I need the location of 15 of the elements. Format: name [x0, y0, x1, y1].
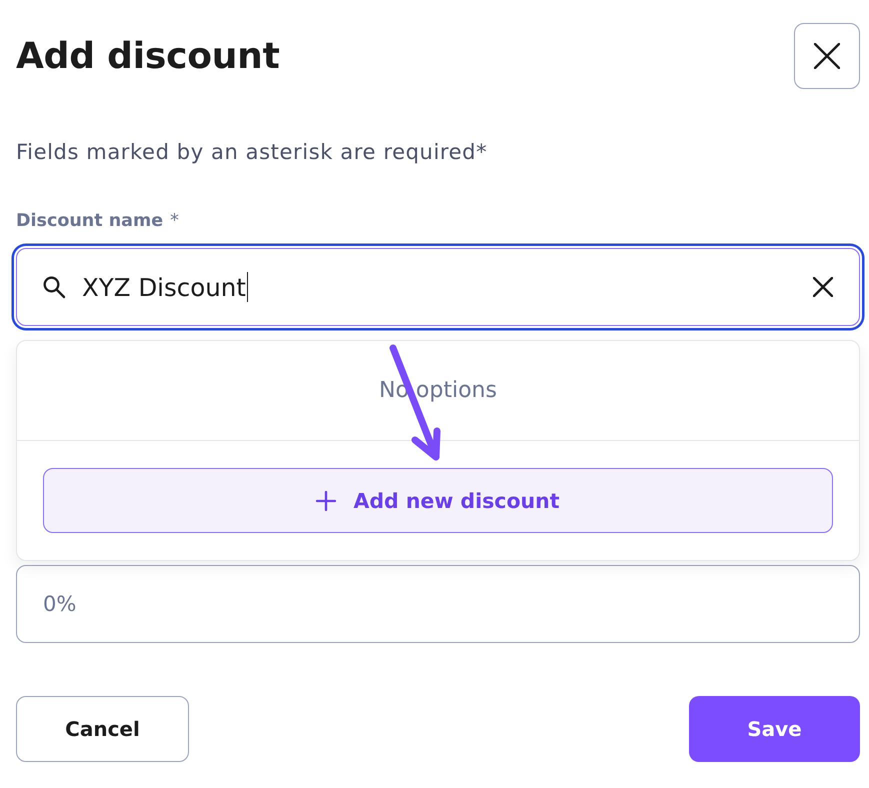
text-cursor — [246, 272, 248, 302]
required-note: Fields marked by an asterisk are required* — [16, 139, 488, 166]
required-asterisk: * — [170, 210, 179, 233]
save-button[interactable]: Save — [689, 696, 860, 762]
field-label: Discount name — [16, 210, 164, 233]
clear-icon — [813, 277, 833, 297]
percent-field[interactable]: 0% — [16, 565, 860, 643]
cancel-button[interactable]: Cancel — [16, 696, 189, 762]
close-button[interactable] — [794, 23, 860, 89]
plus-icon — [316, 490, 336, 510]
search-icon — [42, 275, 66, 299]
add-new-button[interactable]: Add new discount — [43, 468, 833, 533]
close-icon — [814, 43, 840, 69]
dialog-title: Add discount — [16, 36, 280, 76]
clear-button[interactable] — [813, 277, 833, 297]
